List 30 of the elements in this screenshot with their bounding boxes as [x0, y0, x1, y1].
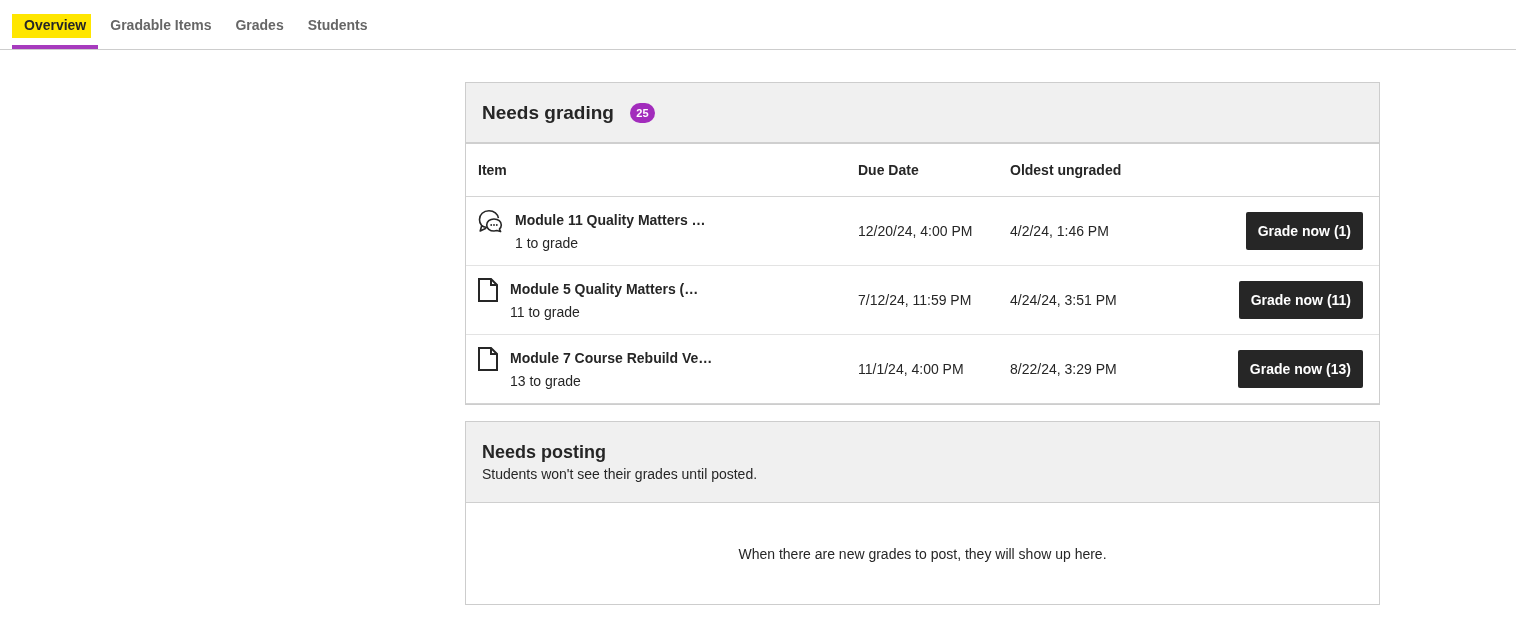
empty-state-message: When there are new grades to post, they will show up here.	[738, 544, 1107, 564]
document-icon	[478, 346, 498, 371]
ungraded-count: 11 to grade	[510, 302, 581, 322]
tab[interactable]: Gradable Items	[98, 14, 224, 49]
tab[interactable]: Grades	[223, 14, 296, 49]
ungraded-count: 13 to grade	[510, 371, 582, 391]
tab[interactable]: Students	[295, 14, 380, 49]
column-header: Item	[477, 161, 508, 180]
grade-now-button[interactable]: Grade now (1)	[1245, 212, 1363, 250]
count-badge: 25	[630, 102, 655, 123]
section-title: Needs posting	[482, 441, 607, 464]
column-header: Oldest ungraded	[1009, 161, 1123, 180]
table-cell-text: 11/1/24, 4:00 PM	[857, 360, 965, 379]
table-cell-text: 4/24/24, 3:51 PM	[1009, 291, 1118, 310]
grade-now-button[interactable]: Grade now (13)	[1237, 350, 1363, 388]
item-title[interactable]: Module 11 Quality Matters …	[515, 209, 706, 230]
item-title[interactable]: Module 7 Course Rebuild Ve…	[510, 347, 713, 368]
table-cell-text: 7/12/24, 11:59 PM	[857, 291, 973, 310]
grade-now-button[interactable]: Grade now (11)	[1238, 281, 1363, 319]
column-header: Due Date	[857, 161, 920, 180]
ungraded-count: 1 to grade	[515, 233, 580, 253]
table-cell-text: 4/2/24, 1:46 PM	[1009, 222, 1110, 241]
tab[interactable]: Overview	[12, 14, 99, 49]
section-description: Students won't see their grades until posted.	[482, 465, 759, 484]
table-cell-text: 12/20/24, 4:00 PM	[857, 222, 974, 241]
table-cell-text: 8/22/24, 3:29 PM	[1009, 360, 1118, 379]
section-title: Needs grading	[482, 100, 614, 125]
item-title[interactable]: Module 5 Quality Matters (…	[510, 278, 699, 299]
document-icon	[478, 277, 498, 302]
speech-bubbles-icon	[478, 208, 503, 233]
